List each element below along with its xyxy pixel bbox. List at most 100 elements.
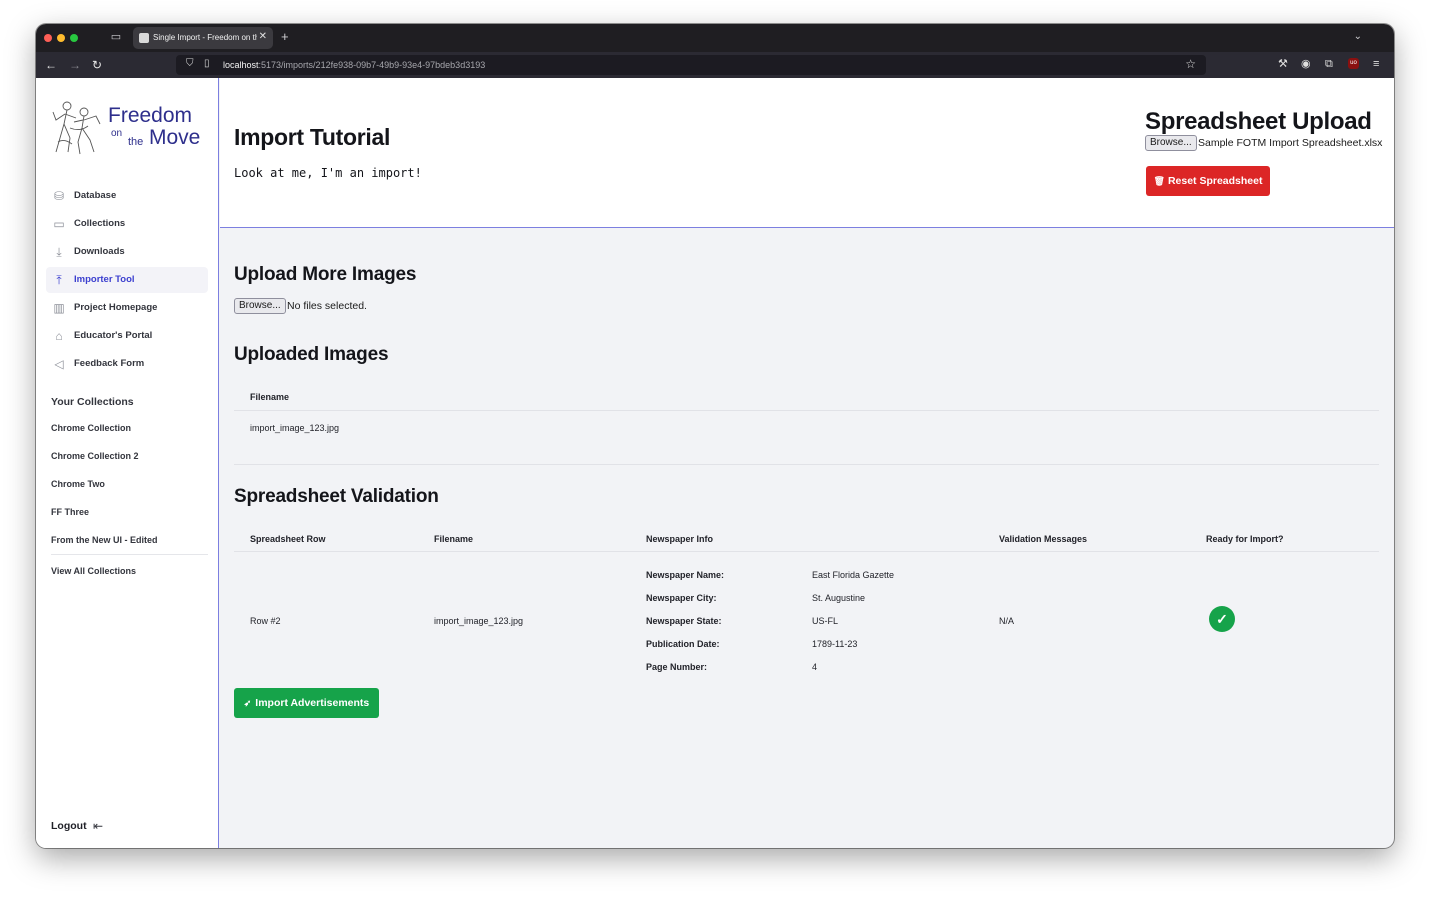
column-header-filename: Filename <box>250 392 290 402</box>
sidebar-item-label: Collections <box>74 218 126 229</box>
header-panel: Import Tutorial Look at me, I'm an impor… <box>220 78 1394 228</box>
info-label: Newspaper City: <box>646 593 717 603</box>
folder-icon: ▭ <box>53 217 65 231</box>
collection-link[interactable]: Chrome Collection <box>51 423 131 433</box>
back-icon[interactable]: ← <box>45 57 57 73</box>
tab-list-icon[interactable]: ▭ <box>110 31 122 43</box>
spreadsheet-upload-title: Spreadsheet Upload <box>1145 108 1372 135</box>
building-icon: ▥ <box>53 301 65 315</box>
sidebar-item-educators-portal[interactable]: ⌂ Educator's Portal <box>46 323 208 349</box>
browser-window: ▭ Single Import - Freedom on the ✕ + ⌄ ←… <box>36 24 1394 848</box>
chevron-down-icon[interactable]: ⌄ <box>1354 31 1362 42</box>
logo-figure-icon <box>52 101 101 155</box>
ublock-icon[interactable]: uo <box>1348 58 1359 69</box>
sidebar-item-label: Downloads <box>74 246 125 257</box>
logout-link[interactable]: Logout <box>51 820 87 832</box>
view-all-collections-link[interactable]: View All Collections <box>51 566 136 576</box>
spreadsheet-browse-button[interactable]: Browse... <box>1145 135 1197 151</box>
browser-tab[interactable]: Single Import - Freedom on the ✕ <box>133 27 273 49</box>
tab-bar: ▭ Single Import - Freedom on the ✕ + ⌄ <box>36 24 1394 52</box>
images-upload-status: No files selected. <box>287 300 367 312</box>
extensions-icon[interactable]: ⧉ <box>1325 57 1333 71</box>
collections-heading: Your Collections <box>51 396 134 408</box>
collection-link[interactable]: Chrome Collection 2 <box>51 451 139 461</box>
close-window-button[interactable] <box>44 34 52 42</box>
uploaded-file-name: import_image_123.jpg <box>250 423 340 433</box>
uploaded-images-title: Uploaded Images <box>234 344 389 365</box>
shield-icon[interactable]: ⛉ <box>186 58 194 69</box>
app: Freedom on the Move ⛁ Database ▭ Collect… <box>36 78 1394 848</box>
url-text: localhost:5173/imports/212fe938-09b7-49b… <box>223 60 485 70</box>
info-label: Publication Date: <box>646 639 720 649</box>
sidebar: Freedom on the Move ⛁ Database ▭ Collect… <box>36 78 219 848</box>
rocket-icon: ➶ <box>243 698 252 708</box>
info-label: Newspaper State: <box>646 616 722 626</box>
menu-icon[interactable]: ≡ <box>1373 57 1379 71</box>
graduation-cap-icon: ⌂ <box>55 329 63 343</box>
tab-close-icon[interactable]: ✕ <box>259 31 267 42</box>
sidebar-item-label: Database <box>74 190 117 201</box>
info-label: Newspaper Name: <box>646 570 725 580</box>
divider <box>51 554 208 555</box>
main-content: Import Tutorial Look at me, I'm an impor… <box>220 78 1394 848</box>
check-icon: ✓ <box>1209 606 1235 632</box>
column-header-ready: Ready for Import? <box>1206 534 1284 544</box>
sidebar-item-collections[interactable]: ▭ Collections <box>46 211 208 237</box>
collection-link[interactable]: FF Three <box>51 507 89 517</box>
forward-icon[interactable]: → <box>69 57 81 73</box>
collection-link[interactable]: Chrome Two <box>51 479 105 489</box>
sidebar-item-project-homepage[interactable]: ▥ Project Homepage <box>46 295 208 321</box>
maximize-window-button[interactable] <box>70 34 78 42</box>
validation-row-filename: import_image_123.jpg <box>434 616 524 626</box>
download-icon: ⤓ <box>56 245 62 259</box>
logo-text-freedom: Freedom <box>108 104 193 127</box>
sidebar-item-label: Project Homepage <box>74 302 158 313</box>
info-value: East Florida Gazette <box>812 570 895 580</box>
sidebar-item-importer-tool[interactable]: ⤒ Importer Tool <box>46 267 208 293</box>
minimize-window-button[interactable] <box>57 34 65 42</box>
sidebar-item-database[interactable]: ⛁ Database <box>46 183 208 209</box>
info-value: US-FL <box>812 616 839 626</box>
page-description: Look at me, I'm an import! <box>234 166 422 180</box>
sidebar-item-label: Educator's Portal <box>74 330 153 341</box>
nav-bar: ← → ↻ ⛉ ▯ localhost:5173/imports/212fe93… <box>36 52 1394 78</box>
validation-row-number: Row #2 <box>250 616 281 626</box>
info-value: 1789-11-23 <box>812 639 858 649</box>
spreadsheet-file-name: Sample FOTM Import Spreadsheet.xlsx <box>1198 137 1383 149</box>
tab-title: Single Import - Freedom on the <box>153 33 257 42</box>
url-path: :5173/imports/212fe938-09b7-49b9-93e4-97… <box>258 60 486 70</box>
import-advertisements-button[interactable]: ➶ Import Advertisements <box>234 688 379 718</box>
reload-icon[interactable]: ↻ <box>92 57 102 73</box>
logo-text-move: Move <box>149 126 201 149</box>
logo-text-the: the <box>128 136 144 148</box>
logo-text-on: on <box>111 128 123 139</box>
table-divider <box>234 464 1379 465</box>
new-tab-icon[interactable]: + <box>281 30 289 44</box>
collection-link[interactable]: From the New UI - Edited <box>51 535 158 545</box>
trash-icon: 🗑 <box>1153 176 1165 186</box>
images-browse-button[interactable]: Browse... <box>234 298 286 314</box>
page-icon: ▯ <box>204 58 210 69</box>
bookmark-star-icon[interactable]: ☆ <box>1185 57 1196 71</box>
import-advertisements-label: Import Advertisements <box>255 697 370 709</box>
sidebar-item-downloads[interactable]: ⤓ Downloads <box>46 239 208 265</box>
logo[interactable]: Freedom on the Move <box>50 98 210 158</box>
tab-favicon-icon <box>139 33 149 43</box>
sidebar-item-label: Importer Tool <box>74 274 135 285</box>
megaphone-icon: ◁ <box>54 357 64 371</box>
sidebar-item-feedback-form[interactable]: ◁ Feedback Form <box>46 351 208 377</box>
account-icon[interactable]: ◉ <box>1301 57 1311 71</box>
column-header-newspaper-info: Newspaper Info <box>646 534 714 544</box>
upload-icon: ⤒ <box>56 273 62 287</box>
upload-more-images-title: Upload More Images <box>234 264 417 285</box>
reset-spreadsheet-button[interactable]: 🗑 Reset Spreadsheet <box>1146 166 1270 196</box>
logout-icon[interactable]: ⇤ <box>93 819 103 833</box>
reset-spreadsheet-label: Reset Spreadsheet <box>1167 175 1263 187</box>
sidebar-item-label: Feedback Form <box>74 358 145 369</box>
column-header-validation-messages: Validation Messages <box>999 534 1088 544</box>
url-host: localhost <box>223 60 259 70</box>
validation-messages: N/A <box>999 616 1015 626</box>
wrench-icon[interactable]: ⚒ <box>1278 57 1288 71</box>
address-bar[interactable]: ⛉ ▯ localhost:5173/imports/212fe938-09b7… <box>176 55 1206 75</box>
table-divider <box>234 410 1379 411</box>
